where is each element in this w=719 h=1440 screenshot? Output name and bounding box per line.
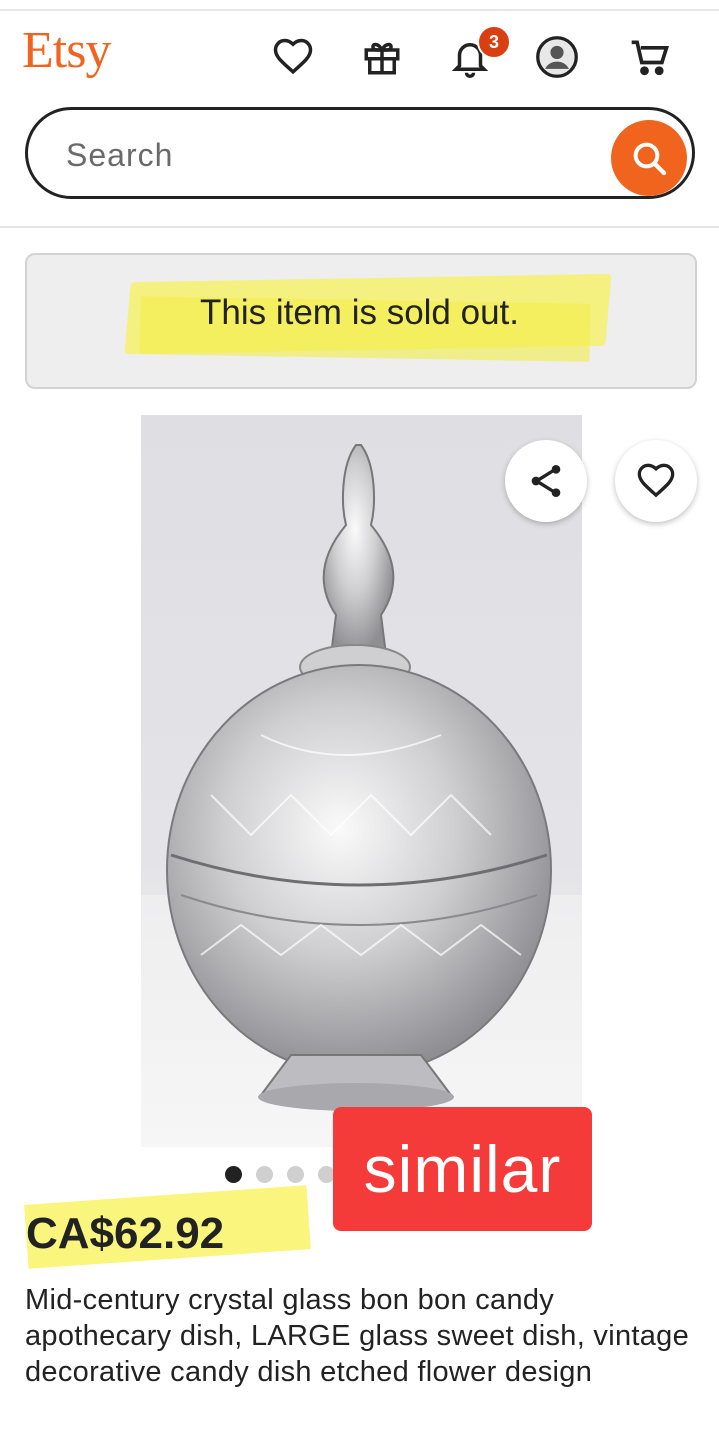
cart-icon[interactable]: [628, 35, 672, 79]
product-image[interactable]: [141, 415, 582, 1147]
app-header: Etsy 3: [0, 11, 719, 101]
header-divider: [0, 226, 719, 228]
account-icon[interactable]: [535, 35, 579, 79]
search-icon: [633, 142, 667, 176]
search-bar: [25, 107, 695, 199]
favorite-button[interactable]: [615, 440, 697, 522]
similar-overlay-label: similar: [333, 1107, 592, 1231]
notification-badge: 3: [477, 25, 511, 59]
heart-icon: [637, 463, 675, 498]
share-button[interactable]: [505, 440, 587, 522]
search-input[interactable]: [64, 132, 588, 178]
image-carousel-dots[interactable]: [225, 1166, 335, 1183]
search-button[interactable]: [611, 120, 687, 196]
share-icon: [531, 465, 561, 497]
carousel-dot[interactable]: [256, 1166, 273, 1183]
carousel-dot[interactable]: [225, 1166, 242, 1183]
sold-out-text: This item is sold out.: [200, 293, 519, 332]
price: CA$62.92: [26, 1209, 225, 1258]
listing-title: Mid-century crystal glass bon bon candy …: [25, 1284, 690, 1388]
gift-icon[interactable]: [360, 35, 404, 79]
carousel-dot[interactable]: [287, 1166, 304, 1183]
etsy-logo[interactable]: Etsy: [22, 21, 111, 81]
heart-icon[interactable]: [271, 35, 315, 79]
crystal-candy-dish-illustration: [141, 444, 582, 1147]
top-divider: [0, 0, 719, 11]
